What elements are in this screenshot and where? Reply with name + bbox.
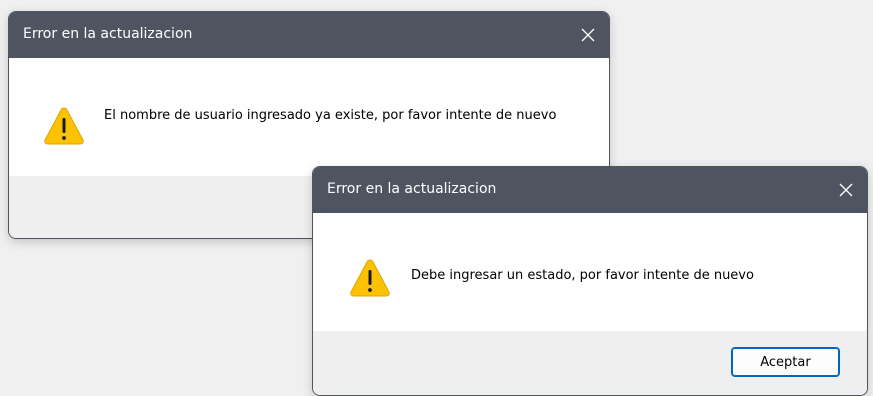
dialog-title: Error en la actualizacion <box>327 181 497 197</box>
dialog-footer: Aceptar <box>313 331 867 395</box>
covered-text-fragment <box>325 154 375 164</box>
close-button[interactable] <box>831 175 861 205</box>
dialog-body: Debe ingresar un estado, por favor inten… <box>313 213 867 331</box>
dialog-titlebar[interactable]: Error en la actualizacion <box>9 12 609 58</box>
dialog-message: El nombre de usuario ingresado ya existe… <box>104 108 557 123</box>
accept-button[interactable]: Aceptar <box>731 347 840 377</box>
close-icon <box>839 183 853 197</box>
dialog-message: Debe ingresar un estado, por favor inten… <box>411 268 754 283</box>
dialog-titlebar[interactable]: Error en la actualizacion <box>313 167 867 213</box>
close-button[interactable] <box>573 20 603 50</box>
close-icon <box>581 28 595 42</box>
dialog-title: Error en la actualizacion <box>23 26 193 42</box>
warning-icon <box>44 107 84 145</box>
warning-icon <box>350 259 390 297</box>
error-dialog-front: Error en la actualizacion Debe ingresar … <box>312 166 868 396</box>
dialog-body: El nombre de usuario ingresado ya existe… <box>9 58 609 176</box>
